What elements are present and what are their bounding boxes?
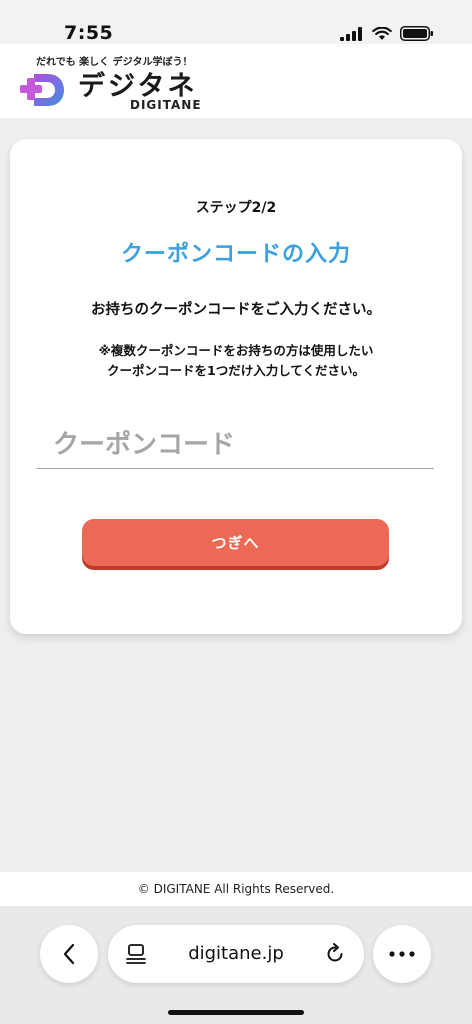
logo-subtitle: DIGITANE [130, 98, 202, 112]
footer-copyright: © DIGITANE All Rights Reserved. [0, 872, 472, 906]
home-indicator [168, 1010, 304, 1015]
status-time: 7:55 [64, 22, 114, 44]
status-icons [340, 26, 434, 41]
next-button[interactable]: つぎへ [82, 519, 389, 566]
battery-icon [400, 26, 433, 41]
cellular-signal-icon [340, 27, 362, 41]
more-icon [389, 951, 415, 957]
status-bar: 7:55 [0, 0, 472, 44]
page-title: クーポンコードの入力 [120, 242, 351, 267]
browser-toolbar: digitane.jp [0, 906, 472, 1024]
coupon-card: ステップ2/2 クーポンコードの入力 お持ちのクーポンコードをご入力ください。 … [10, 139, 462, 634]
more-button[interactable] [373, 925, 431, 983]
coupon-code-input[interactable] [37, 421, 434, 469]
step-indicator: ステップ2/2 [195, 200, 277, 216]
address-bar[interactable]: digitane.jp [108, 925, 364, 983]
reload-icon[interactable] [324, 943, 346, 965]
note-line-2: クーポンコードを1つだけ入力してください。 [107, 363, 365, 378]
instruction-text: お持ちのクーポンコードをご入力ください。 [91, 302, 381, 318]
wifi-icon [372, 27, 392, 40]
site-header: だれでも 楽しく デジタル学ぼう！ デジタネ DIGITANE [0, 44, 472, 118]
back-button[interactable] [40, 925, 98, 983]
note-line-1: ※複数クーポンコードをお持ちの方は使用したい [98, 343, 374, 358]
chevron-left-icon [63, 943, 75, 965]
digitane-logo-icon[interactable] [20, 70, 66, 110]
note-text: ※複数クーポンコードをお持ちの方は使用したい クーポンコードを1つだけ入力してく… [10, 341, 462, 381]
